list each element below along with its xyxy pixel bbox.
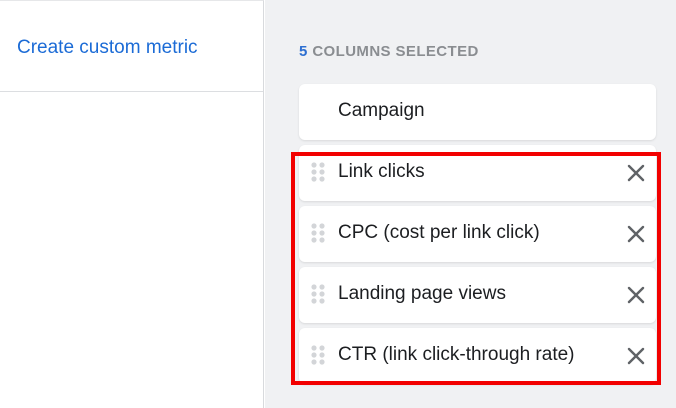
selected-label: COLUMNS SELECTED bbox=[312, 43, 479, 60]
column-item-link-clicks[interactable]: Link clicks bbox=[299, 145, 656, 201]
column-customizer: Create custom metric 5 COLUMNS SELECTED … bbox=[0, 0, 676, 408]
close-icon[interactable] bbox=[624, 161, 648, 185]
selected-count: 5 bbox=[299, 43, 308, 60]
column-label: Campaign bbox=[338, 100, 425, 121]
column-label: Landing page views bbox=[338, 283, 506, 304]
selected-columns-header: 5 COLUMNS SELECTED bbox=[299, 43, 479, 60]
drag-handle-icon[interactable] bbox=[309, 344, 327, 366]
column-item-cpc[interactable]: CPC (cost per link click) bbox=[299, 206, 656, 262]
column-label: Link clicks bbox=[338, 161, 425, 182]
column-item-ctr[interactable]: CTR (link click-through rate) bbox=[299, 328, 656, 384]
column-label: CTR (link click-through rate) bbox=[338, 344, 575, 365]
column-item-campaign: Campaign bbox=[299, 84, 656, 140]
selected-columns-pane: 5 COLUMNS SELECTED Campaign Link clicks bbox=[265, 0, 676, 408]
drag-handle-icon[interactable] bbox=[309, 161, 327, 183]
close-icon[interactable] bbox=[624, 222, 648, 246]
left-pane: Create custom metric bbox=[0, 0, 264, 408]
column-item-landing-page-views[interactable]: Landing page views bbox=[299, 267, 656, 323]
divider bbox=[0, 91, 263, 92]
drag-handle-icon[interactable] bbox=[309, 222, 327, 244]
close-icon[interactable] bbox=[624, 344, 648, 368]
drag-handle-icon[interactable] bbox=[309, 283, 327, 305]
column-label: CPC (cost per link click) bbox=[338, 222, 540, 243]
close-icon[interactable] bbox=[624, 283, 648, 307]
create-custom-metric-link[interactable]: Create custom metric bbox=[17, 37, 198, 59]
